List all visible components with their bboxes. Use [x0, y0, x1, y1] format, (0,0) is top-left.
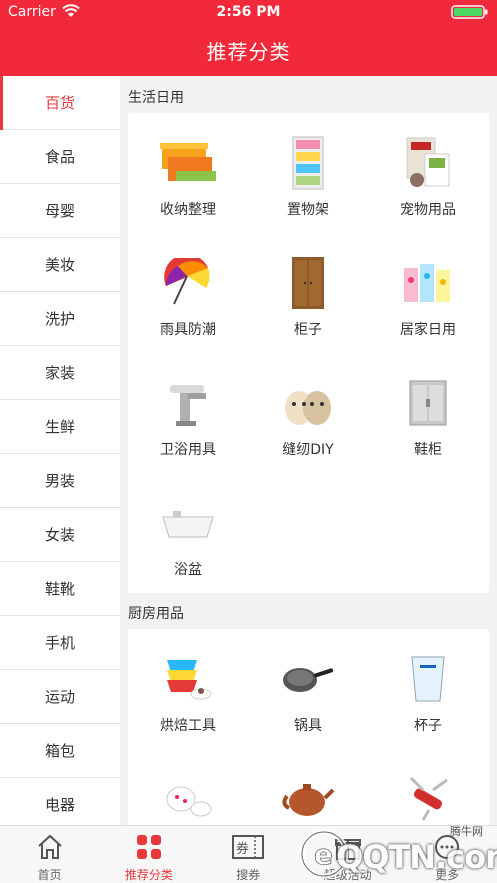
wardrobe-icon — [248, 253, 368, 313]
sidebar-item-label: 电器 — [44, 796, 75, 814]
section-title-daily: 生活日用 — [128, 90, 184, 106]
status-time: 2:56 PM — [216, 4, 281, 20]
sidebar-item-7[interactable]: 男装 — [0, 454, 120, 508]
tab-label: 首页 — [37, 868, 62, 882]
sidebar-item-label: 运动 — [44, 688, 75, 706]
sidebar-item-3[interactable]: 美妆 — [0, 238, 120, 292]
category-tile-label: 烘焙工具 — [160, 718, 216, 734]
category-tile-label: 柜子 — [294, 322, 322, 338]
category-tile[interactable]: 鞋柜 — [368, 353, 488, 473]
coupon-icon: 券 — [199, 832, 298, 864]
sidebar-item-13[interactable]: 电器 — [0, 778, 120, 825]
sidebar-item-label: 手机 — [44, 634, 75, 652]
category-tile[interactable]: 柜子 — [248, 233, 368, 353]
battery-icon — [451, 5, 488, 19]
category-sidebar[interactable]: 百货食品母婴美妆洗护家装生鲜男装女装鞋靴手机运动箱包电器 — [0, 76, 120, 825]
tab-label: 搜券 — [236, 868, 261, 882]
category-tile[interactable]: 卫浴用具 — [128, 353, 248, 473]
household-items-icon — [368, 253, 488, 313]
category-tile-label: 卫浴用具 — [160, 442, 216, 458]
section-title-kitchen: 厨房用品 — [128, 606, 184, 622]
tab-category-grid[interactable]: 推荐分类 — [99, 826, 198, 883]
section-card-kitchen: 烘焙工具 锅具 杯子 — [128, 629, 489, 825]
status-bar: Carrier 2:56 PM — [0, 0, 497, 24]
home-icon — [0, 832, 99, 864]
svg-text:e: e — [314, 838, 333, 871]
category-tile-label: 雨具防潮 — [160, 322, 216, 338]
category-tile[interactable] — [368, 749, 488, 825]
tab-coupon[interactable]: 券搜券 — [199, 826, 298, 883]
sidebar-item-1[interactable]: 食品 — [0, 130, 120, 184]
sidebar-item-label: 女装 — [44, 526, 75, 544]
sidebar-item-label: 鞋靴 — [44, 580, 75, 598]
sidebar-item-5[interactable]: 家装 — [0, 346, 120, 400]
tab-home[interactable]: 首页 — [0, 826, 99, 883]
category-tile[interactable]: 雨具防潮 — [128, 233, 248, 353]
tab-label: 推荐分类 — [124, 868, 173, 882]
category-tile-label: 置物架 — [287, 202, 329, 218]
swiss-knife-icon — [368, 769, 488, 825]
sidebar-item-8[interactable]: 女装 — [0, 508, 120, 562]
sidebar-item-0[interactable]: 百货 — [0, 76, 120, 130]
category-tile[interactable] — [248, 749, 368, 825]
sidebar-item-10[interactable]: 手机 — [0, 616, 120, 670]
drawer-rack-icon — [248, 133, 368, 193]
pet-supplies-icon — [368, 133, 488, 193]
section-card-daily: 收纳整理 置物架 宠物用品雨具防潮 柜子 居家日用卫浴用具 缝纫DIY 鞋柜浴盆 — [128, 113, 489, 593]
category-tile[interactable]: 居家日用 — [368, 233, 488, 353]
sidebar-item-label: 箱包 — [44, 742, 75, 760]
category-tile[interactable]: 浴盆 — [128, 473, 248, 593]
sidebar-item-label: 家装 — [44, 364, 75, 382]
category-tile-label: 浴盆 — [174, 562, 202, 578]
watermark-logo: e 腾牛网 QQTN.com — [299, 820, 497, 883]
sidebar-item-6[interactable]: 生鲜 — [0, 400, 120, 454]
sidebar-item-label: 食品 — [44, 148, 75, 166]
sidebar-item-label: 母婴 — [44, 202, 75, 220]
sidebar-item-4[interactable]: 洗护 — [0, 292, 120, 346]
sidebar-item-12[interactable]: 箱包 — [0, 724, 120, 778]
baking-cups-icon — [128, 649, 248, 709]
category-tile[interactable]: 宠物用品 — [368, 113, 488, 233]
teapot-icon — [248, 769, 368, 825]
storage-box-icon — [128, 133, 248, 193]
category-tile-label: 鞋柜 — [414, 442, 442, 458]
category-tile-label: 杯子 — [414, 718, 442, 734]
sidebar-item-label: 美妆 — [44, 256, 75, 274]
category-tile[interactable] — [128, 749, 248, 825]
faucet-icon — [128, 373, 248, 433]
sidebar-item-label: 百货 — [44, 94, 75, 112]
category-tile[interactable]: 锅具 — [248, 629, 368, 749]
shoe-cabinet-icon — [368, 373, 488, 433]
sidebar-item-9[interactable]: 鞋靴 — [0, 562, 120, 616]
page-title: 推荐分类 — [206, 40, 291, 64]
category-content[interactable]: 生活日用 收纳整理 置物架 宠物用品 雨具防潮 柜子 居家日用 卫浴用具 缝纫DIY 鞋柜 浴盆 … — [120, 76, 497, 825]
plush-toy-icon — [248, 373, 368, 433]
category-tile[interactable]: 收纳整理 — [128, 113, 248, 233]
sidebar-item-label: 生鲜 — [44, 418, 75, 436]
category-tile-label: 宠物用品 — [400, 202, 456, 218]
svg-text:券: 券 — [236, 841, 249, 857]
watermark-text: QQTN.com — [336, 838, 497, 876]
watermark-small-text: 腾牛网 — [450, 825, 483, 838]
category-tile[interactable]: 置物架 — [248, 113, 368, 233]
umbrella-icon — [128, 253, 248, 313]
sidebar-item-label: 洗护 — [44, 310, 75, 328]
sidebar-item-11[interactable]: 运动 — [0, 670, 120, 724]
sidebar-item-label: 男装 — [44, 472, 75, 490]
nav-bar: 推荐分类 — [0, 24, 497, 76]
category-tile[interactable]: 缝纫DIY — [248, 353, 368, 473]
sidebar-item-2[interactable]: 母婴 — [0, 184, 120, 238]
category-grid-icon — [99, 832, 198, 864]
category-tile-label: 缝纫DIY — [282, 442, 334, 458]
category-tile-label: 收纳整理 — [160, 202, 216, 218]
frying-pan-icon — [248, 649, 368, 709]
category-tile-label: 锅具 — [294, 718, 322, 734]
category-tile-label: 居家日用 — [400, 322, 456, 338]
category-tile[interactable]: 烘焙工具 — [128, 629, 248, 749]
tea-set-icon — [128, 769, 248, 825]
bathtub-icon — [128, 493, 248, 553]
glass-cup-icon — [368, 649, 488, 709]
category-tile[interactable]: 杯子 — [368, 629, 488, 749]
